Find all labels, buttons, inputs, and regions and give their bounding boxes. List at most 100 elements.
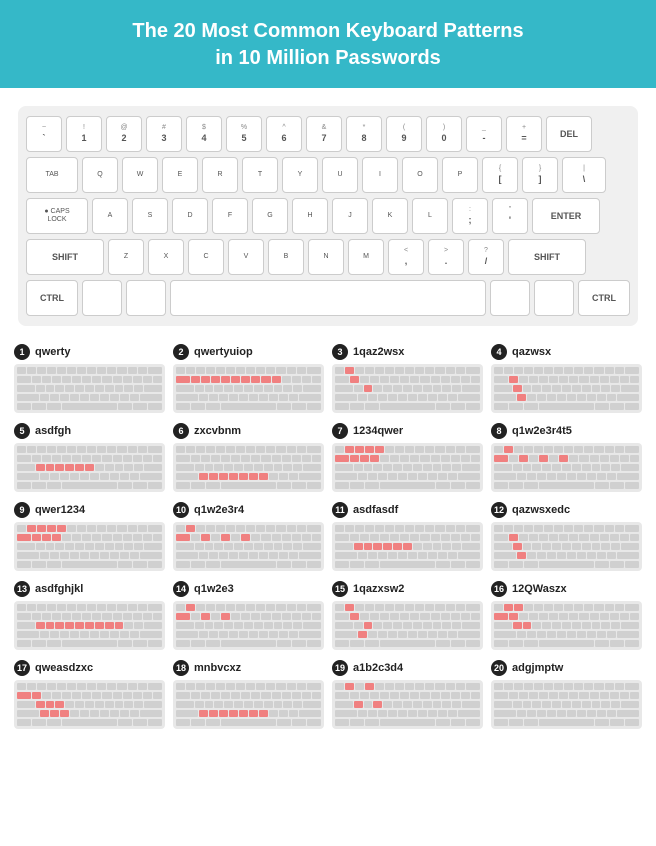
key-cmd-left [126,280,166,316]
mini-key [297,446,306,453]
mini-key [579,455,588,462]
mini-key [80,631,89,638]
mini-key [105,622,114,629]
mini-key [249,631,258,638]
mini-key [552,622,561,629]
mini-space-row [17,640,162,647]
mini-key [134,701,143,708]
mini-key [519,692,528,699]
mini-key [458,552,480,559]
mini-space-row [335,403,480,410]
mini-key [509,376,518,383]
mini-row-1 [17,613,162,620]
mini-key [413,464,422,471]
mini-keyboard-10 [173,522,324,571]
mini-key [438,473,447,480]
mini-key [62,403,118,410]
mini-key [32,482,46,489]
mini-key [350,561,364,568]
mini-key [364,464,373,471]
mini-key [517,710,526,717]
mini-key [587,473,596,480]
pattern-number-17: 17 [14,660,30,676]
mini-key [100,552,109,559]
pattern-label-12: 12qazwsxedc [491,502,642,518]
mini-row-2 [335,543,480,550]
mini-key [365,604,374,611]
mini-row-0 [17,604,162,611]
mini-key [17,543,35,550]
mini-key [610,692,619,699]
pattern-item-10: 10q1w2e3r4 [173,502,324,571]
mini-key [211,376,220,383]
mini-key [630,534,639,541]
mini-key [373,701,382,708]
key-y: Y [282,157,318,193]
mini-keyboard-4 [491,364,642,413]
mini-key [532,701,541,708]
key-e: E [162,157,198,193]
mini-key [176,631,198,638]
mini-key [95,622,104,629]
mini-key [569,692,578,699]
mini-key [246,525,255,532]
mini-key [65,622,74,629]
mini-key [249,710,258,717]
mini-key [494,622,512,629]
mini-key [462,385,480,392]
mini-key [504,367,513,374]
mini-key [456,683,465,690]
mini-keyboard-8 [491,443,642,492]
mini-key [405,683,414,690]
mini-keyboard-12 [491,522,642,571]
mini-key [307,525,321,532]
mini-key [82,376,91,383]
mini-key [365,640,379,647]
mini-key [433,543,442,550]
mini-key [630,613,639,620]
mini-row-2 [494,464,639,471]
mini-key [547,552,556,559]
mini-key [625,403,639,410]
mini-key [140,473,162,480]
mini-key [72,613,81,620]
mini-key [630,376,639,383]
mini-key [569,613,578,620]
mini-key [195,385,204,392]
mini-key [307,561,321,568]
key-space [170,280,486,316]
mini-key [462,622,480,629]
mini-key [350,719,364,726]
kb-row-5: CTRL CTRL [26,280,630,316]
mini-key [47,640,61,647]
mini-key [239,394,248,401]
mini-keyboard-15 [332,601,483,650]
mini-key [113,534,122,541]
mini-key [95,464,104,471]
mini-key [37,604,46,611]
mini-key [388,552,397,559]
mini-key [254,385,263,392]
mini-key [494,464,512,471]
mini-key [415,367,424,374]
mini-row-3 [176,473,321,480]
mini-key [354,701,363,708]
mini-row-0 [494,525,639,532]
mini-key [574,367,583,374]
mini-key [466,683,480,690]
mini-key [534,446,543,453]
mini-key [144,701,162,708]
key-n: N [308,239,344,275]
mini-key [552,543,561,550]
mini-key [423,543,432,550]
pattern-label-1: 1qwerty [14,344,165,360]
mini-key [597,473,606,480]
mini-key [592,543,601,550]
mini-key [70,710,79,717]
mini-key [42,376,51,383]
mini-key [176,376,190,383]
mini-key [405,367,414,374]
mini-key [549,692,558,699]
mini-key [466,446,480,453]
mini-key [557,473,566,480]
